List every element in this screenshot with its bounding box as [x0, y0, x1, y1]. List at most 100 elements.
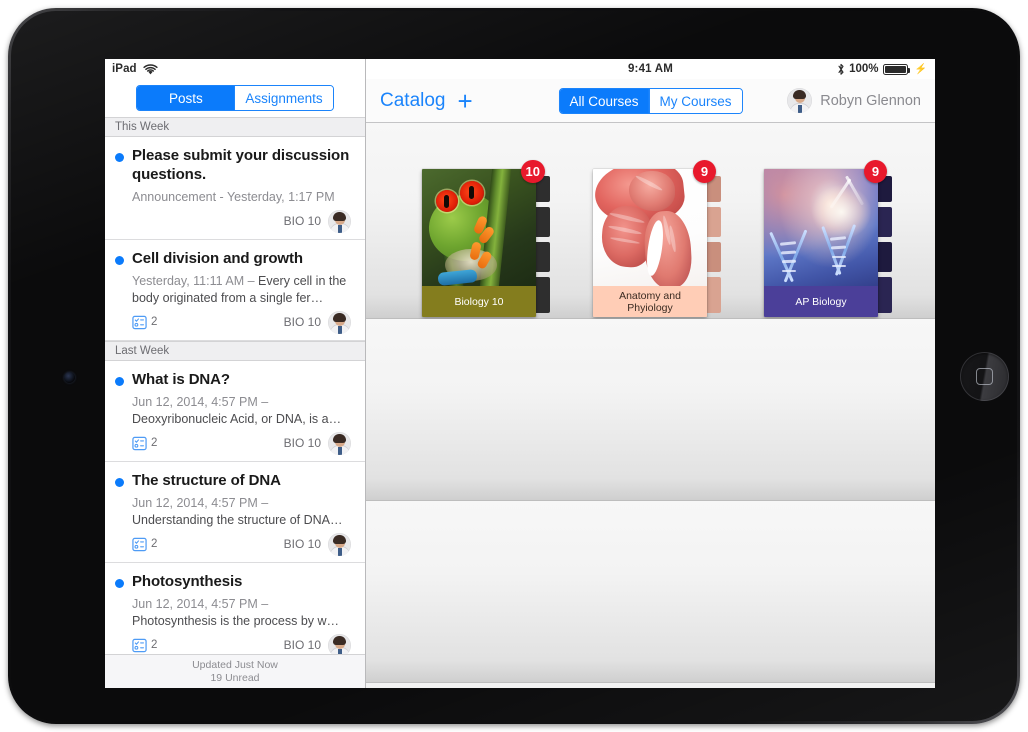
unread-dot-icon [115, 153, 124, 162]
attachment-count: 2 [151, 639, 158, 651]
sidebar-footer: Updated Just Now 19 Unread [105, 654, 365, 688]
course-title: Anatomy and Phyiology [593, 286, 707, 317]
posts-assignments-segmented-control[interactable]: Posts Assignments [136, 85, 334, 111]
post-preview: Jun 12, 2014, 4:57 PM – Photosynthesis i… [132, 596, 351, 630]
post-snippet: Understanding the structure of DNA… [132, 513, 343, 527]
checklist-icon [132, 315, 147, 329]
checklist-icon [132, 537, 147, 551]
unread-dot-icon [115, 478, 124, 487]
attachment-group: 2 [132, 638, 157, 653]
status-badge: 9 [693, 160, 716, 183]
card-inner: Anatomy and Phyiology [593, 169, 707, 317]
post-meta-row: 2 BIO 10 [132, 310, 351, 334]
course-card-biology-10[interactable]: 10 Biology 10 [422, 160, 550, 317]
card-inner: AP Biology [764, 169, 878, 317]
course-card-ap-biology[interactable]: 9 AP Biology [764, 160, 892, 317]
shelf-row-3 [366, 501, 935, 683]
tab-assignments[interactable]: Assignments [234, 86, 333, 110]
post-meta: Jun 12, 2014, 4:57 PM – [132, 496, 269, 510]
avatar [328, 310, 351, 334]
home-button[interactable] [960, 352, 1009, 401]
status-badge: 10 [520, 160, 545, 183]
user-name: Robyn Glennon [820, 92, 921, 109]
course-title: Biology 10 [422, 286, 536, 317]
avatar [787, 88, 813, 113]
post-meta-row: BIO 10 [132, 209, 351, 233]
ipad-screen: iPad Posts Assignments This Week Please … [105, 59, 935, 688]
home-button-square-icon [976, 368, 993, 385]
checklist-icon [132, 436, 147, 450]
course-card-anatomy-and-phyiology[interactable]: 9 Anatomy and Phyiology [593, 160, 721, 317]
unread-dot-icon [115, 579, 124, 588]
list-item[interactable]: The structure of DNA Jun 12, 2014, 4:57 … [105, 462, 365, 563]
posts-sidebar: iPad Posts Assignments This Week Please … [105, 59, 366, 688]
attachment-group: 2 [132, 436, 157, 451]
post-title: The structure of DNA [132, 472, 281, 489]
status-bar-right: 100% ⚡ [837, 59, 927, 79]
course-filter-segmented-control[interactable]: All Courses My Courses [558, 87, 743, 114]
course-code: BIO 10 [283, 315, 321, 329]
post-preview: Jun 12, 2014, 4:57 PM – Understanding th… [132, 495, 351, 529]
ipad-device: iPad Posts Assignments This Week Please … [8, 8, 1020, 724]
plus-icon[interactable]: + [458, 88, 473, 114]
attachment-count: 2 [151, 316, 158, 328]
course-shelves[interactable]: 10 Biology 10 9 Anatomy and Phyiology 9 … [366, 123, 935, 688]
section-header-this-week: This Week [105, 117, 365, 137]
post-meta-row: 2 BIO 10 [132, 633, 351, 654]
list-item[interactable]: Please submit your discussion questions.… [105, 137, 365, 240]
unread-count: 19 Unread [210, 671, 260, 684]
course-code: BIO 10 [283, 638, 321, 652]
avatar [328, 633, 351, 654]
attachment-count: 2 [151, 437, 158, 449]
battery-percentage: 100% [849, 63, 879, 75]
tab-posts[interactable]: Posts [137, 86, 235, 110]
unread-dot-icon [115, 256, 124, 265]
checklist-icon [132, 638, 147, 652]
unread-dot-icon [115, 377, 124, 386]
user-profile-button[interactable]: Robyn Glennon [787, 88, 921, 113]
post-meta: Jun 12, 2014, 4:57 PM – [132, 395, 269, 409]
course-cover-dna-helix [764, 169, 878, 286]
post-title: Please submit your discussion questions. [132, 147, 350, 183]
course-cover-frog-on-bamboo [422, 169, 536, 286]
post-snippet: Photosynthesis is the process by w… [132, 614, 340, 628]
sidebar-status-bar: iPad [105, 59, 365, 79]
clock: 9:41 AM [627, 63, 674, 75]
card-stack-edges [707, 176, 721, 313]
course-filter-wrap: All Courses My Courses [558, 87, 743, 114]
page-title[interactable]: Catalog [380, 90, 446, 112]
tab-my-courses[interactable]: My Courses [648, 88, 742, 113]
tab-all-courses[interactable]: All Courses [559, 88, 649, 113]
post-snippet: Deoxyribonucleic Acid, or DNA, is a… [132, 412, 342, 426]
front-camera-icon [64, 372, 75, 383]
bluetooth-icon [838, 63, 844, 75]
catalog-pane: 9:41 AM 100% ⚡ Catalog + All Courses My … [366, 59, 935, 688]
post-meta-row: 2 BIO 10 [132, 532, 351, 556]
post-meta: Jun 12, 2014, 4:57 PM – [132, 597, 269, 611]
post-list[interactable]: This Week Please submit your discussion … [105, 117, 365, 654]
device-label: iPad [112, 63, 137, 75]
status-badge: 9 [864, 160, 887, 183]
status-bar: 9:41 AM 100% ⚡ [366, 59, 935, 79]
course-title: AP Biology [764, 286, 878, 317]
battery-icon [882, 63, 911, 75]
post-preview: Jun 12, 2014, 4:57 PM – Deoxyribonucleic… [132, 394, 351, 428]
list-item[interactable]: Cell division and growth Yesterday, 11:1… [105, 240, 365, 341]
course-code: BIO 10 [283, 436, 321, 450]
card-stack-edges [536, 176, 550, 313]
list-item[interactable]: What is DNA? Jun 12, 2014, 4:57 PM – Deo… [105, 361, 365, 462]
post-meta-row: 2 BIO 10 [132, 431, 351, 455]
section-header-last-week: Last Week [105, 341, 365, 361]
list-item[interactable]: Photosynthesis Jun 12, 2014, 4:57 PM – P… [105, 563, 365, 654]
attachment-group: 2 [132, 315, 157, 330]
course-code: BIO 10 [283, 214, 321, 228]
post-title: Photosynthesis [132, 573, 243, 590]
course-code: BIO 10 [283, 537, 321, 551]
post-meta: Announcement - Yesterday, 1:17 PM [132, 190, 335, 204]
post-preview: Yesterday, 11:11 AM – Every cell in the … [132, 273, 351, 307]
avatar [328, 209, 351, 233]
card-inner: Biology 10 [422, 169, 536, 317]
post-meta: Yesterday, 11:11 AM – [132, 274, 259, 288]
shelf-row-2 [366, 319, 935, 501]
post-title: Cell division and growth [132, 250, 303, 267]
